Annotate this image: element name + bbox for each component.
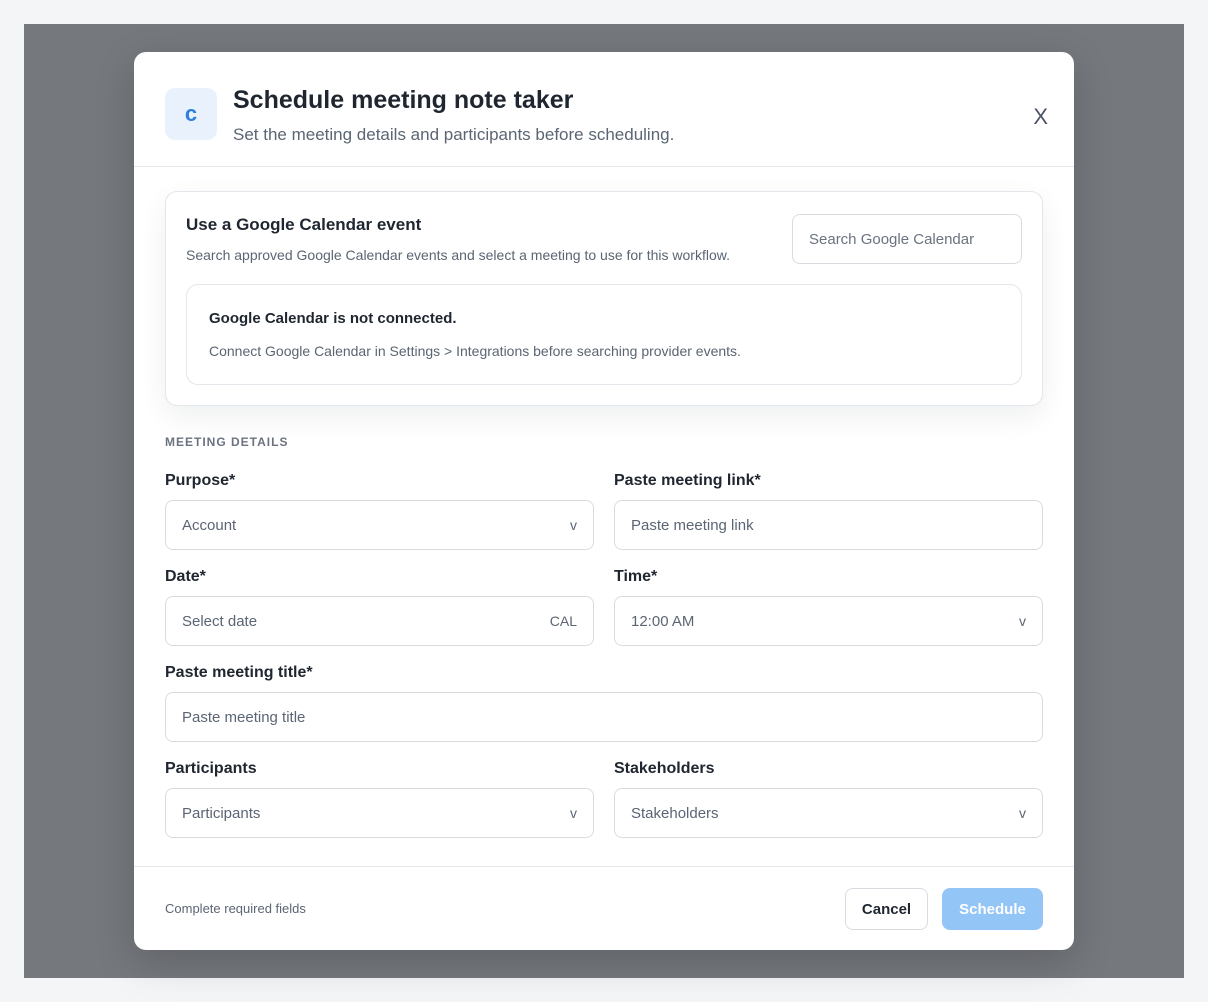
stakeholders-select[interactable]: Stakeholders v bbox=[614, 788, 1043, 838]
modal-header: c Schedule meeting note taker Set the me… bbox=[134, 52, 1074, 167]
chevron-down-icon: v bbox=[1019, 613, 1026, 629]
purpose-label: Purpose* bbox=[165, 472, 236, 489]
google-calendar-title: Use a Google Calendar event bbox=[186, 215, 422, 234]
date-label: Date* bbox=[165, 568, 206, 585]
purpose-value: Account bbox=[182, 516, 237, 534]
google-calendar-card: Use a Google Calendar event Search appro… bbox=[165, 191, 1043, 406]
date-picker[interactable]: Select date CAL bbox=[165, 596, 594, 646]
purpose-select[interactable]: Account v bbox=[165, 500, 594, 550]
schedule-modal: c Schedule meeting note taker Set the me… bbox=[134, 52, 1074, 950]
meeting-title-input[interactable]: Paste meeting title bbox=[165, 692, 1043, 742]
chevron-down-icon: v bbox=[1019, 805, 1026, 821]
chevron-down-icon: v bbox=[570, 517, 577, 533]
schedule-button[interactable]: Schedule bbox=[942, 888, 1043, 930]
meeting-link-placeholder: Paste meeting link bbox=[631, 516, 754, 534]
notice-description: Connect Google Calendar in Settings > In… bbox=[209, 343, 741, 359]
google-calendar-search-input[interactable] bbox=[792, 214, 1022, 264]
stakeholders-placeholder: Stakeholders bbox=[631, 804, 719, 822]
cancel-button[interactable]: Cancel bbox=[845, 888, 928, 930]
calendar-icon: CAL bbox=[549, 613, 577, 629]
participants-placeholder: Participants bbox=[182, 804, 261, 822]
modal-footer: Complete required fields Cancel Schedule bbox=[134, 866, 1074, 950]
time-value: 12:00 AM bbox=[631, 612, 695, 630]
calendar-not-connected-notice: Google Calendar is not connected. Connec… bbox=[186, 284, 1022, 385]
app-logo-icon: c bbox=[165, 88, 217, 140]
meeting-title-label: Paste meeting title* bbox=[165, 664, 313, 681]
participants-select[interactable]: Participants v bbox=[165, 788, 594, 838]
modal-subtitle: Set the meeting details and participants… bbox=[233, 125, 675, 144]
required-fields-note: Complete required fields bbox=[165, 901, 306, 916]
meeting-link-label: Paste meeting link* bbox=[614, 472, 761, 489]
meeting-link-input[interactable]: Paste meeting link bbox=[614, 500, 1043, 550]
meeting-details-heading: MEETING DETAILS bbox=[165, 435, 289, 449]
stakeholders-label: Stakeholders bbox=[614, 760, 715, 777]
date-placeholder: Select date bbox=[182, 612, 258, 630]
time-select[interactable]: 12:00 AM v bbox=[614, 596, 1043, 646]
time-label: Time* bbox=[614, 568, 658, 585]
notice-title: Google Calendar is not connected. bbox=[209, 310, 457, 327]
meeting-title-placeholder: Paste meeting title bbox=[182, 708, 306, 726]
participants-label: Participants bbox=[165, 760, 257, 777]
chevron-down-icon: v bbox=[570, 805, 577, 821]
close-icon[interactable]: X bbox=[1033, 104, 1048, 130]
modal-title: Schedule meeting note taker bbox=[233, 86, 574, 114]
google-calendar-description: Search approved Google Calendar events a… bbox=[186, 247, 730, 263]
